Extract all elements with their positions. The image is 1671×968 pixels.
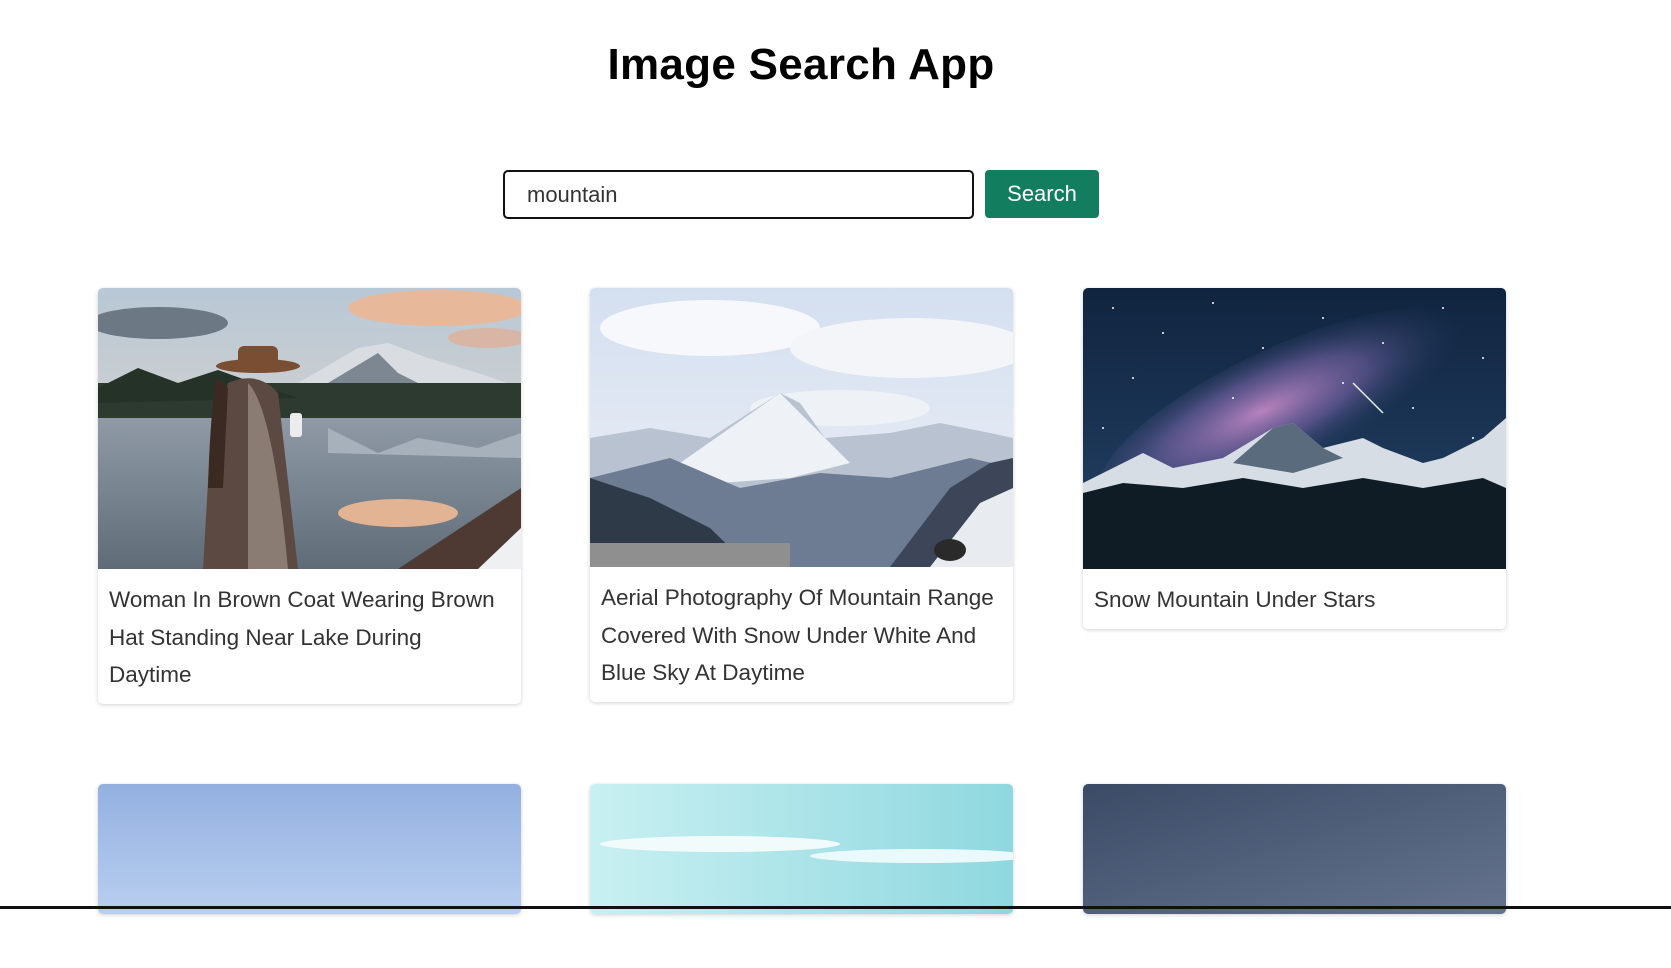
result-caption: Woman In Brown Coat Wearing Brown Hat St… xyxy=(109,587,495,687)
result-card[interactable] xyxy=(1083,784,1506,914)
page: Image Search App Search xyxy=(0,0,1671,968)
search-input[interactable] xyxy=(503,170,974,219)
result-image[interactable] xyxy=(1083,784,1506,914)
page-title: Image Search App xyxy=(607,40,995,89)
search-form: Search xyxy=(503,170,1099,219)
search-button[interactable]: Search xyxy=(985,170,1099,218)
result-caption: Snow Mountain Under Stars xyxy=(1094,587,1376,612)
result-image-woman-lake[interactable] xyxy=(98,288,521,569)
result-image[interactable] xyxy=(590,784,1013,914)
result-caption: Aerial Photography Of Mountain Range Cov… xyxy=(601,585,994,685)
result-card[interactable] xyxy=(590,784,1013,914)
result-card[interactable] xyxy=(98,784,521,914)
result-image-mountain-range[interactable] xyxy=(590,288,1013,567)
result-card[interactable]: Snow Mountain Under Stars xyxy=(1083,288,1506,629)
result-image[interactable] xyxy=(98,784,521,914)
result-card[interactable]: Woman In Brown Coat Wearing Brown Hat St… xyxy=(98,288,521,704)
result-card[interactable]: Aerial Photography Of Mountain Range Cov… xyxy=(590,288,1013,702)
result-image-snow-mountain-stars[interactable] xyxy=(1083,288,1506,569)
viewport-bottom-edge xyxy=(0,906,1671,909)
